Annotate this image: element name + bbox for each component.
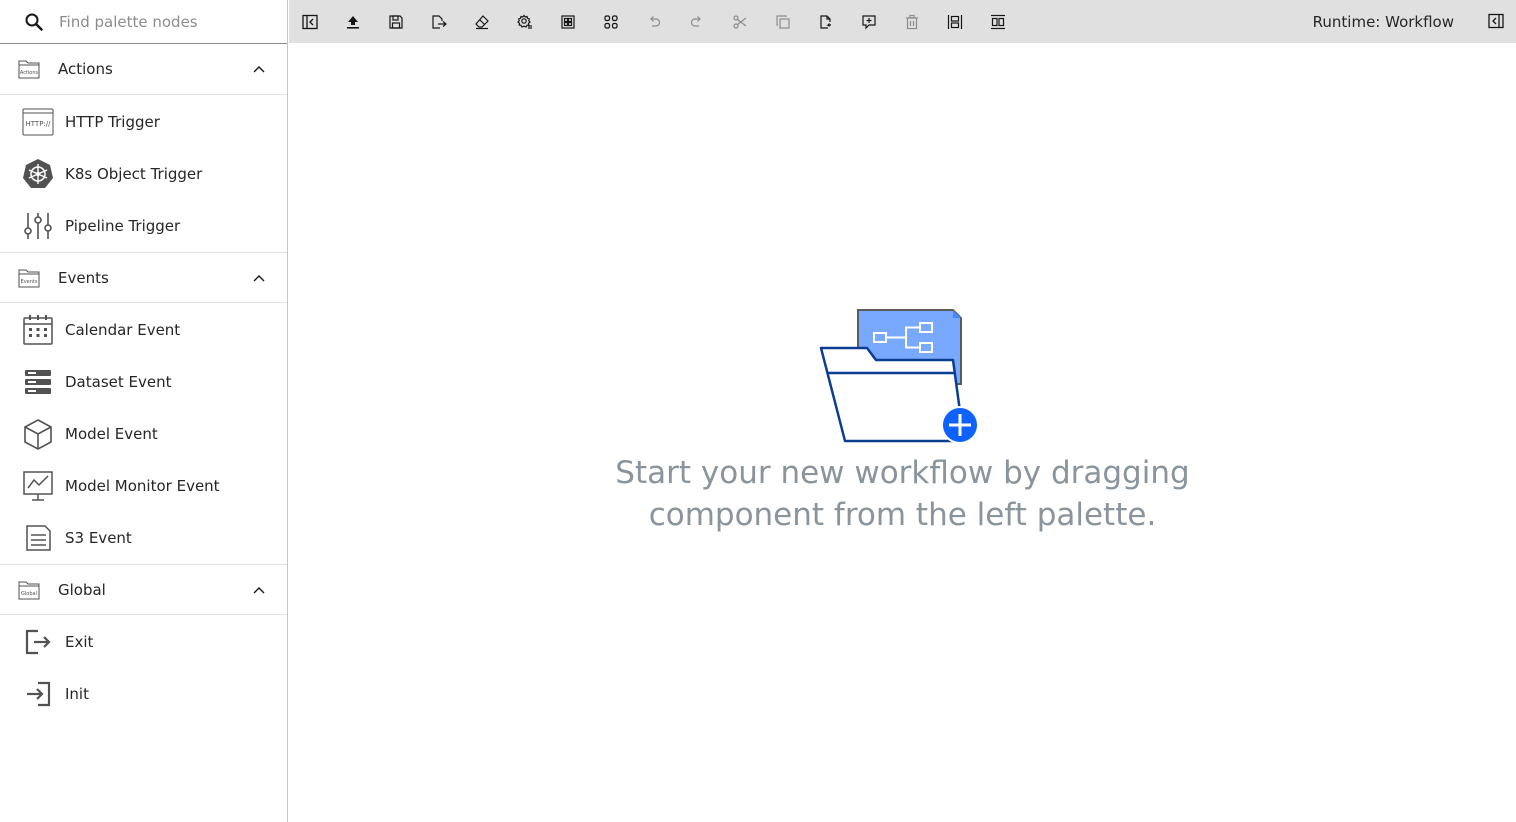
category-label: Events bbox=[58, 268, 109, 287]
empty-canvas-line-2: component from the left palette. bbox=[648, 497, 1157, 533]
undo-button[interactable] bbox=[638, 6, 670, 38]
add-comment-icon bbox=[862, 14, 876, 29]
node-label: Calendar Event bbox=[65, 321, 181, 339]
svg-text:Global: Global bbox=[21, 591, 37, 597]
dataset-icon bbox=[22, 366, 54, 398]
palette-node-model-event[interactable]: Model Event bbox=[0, 408, 287, 460]
monitor-chart-icon bbox=[22, 470, 54, 502]
node-label: Model Monitor Event bbox=[65, 477, 220, 495]
folder-icon: Events bbox=[18, 267, 40, 289]
sliders-icon bbox=[22, 210, 54, 242]
toggle-palette-button[interactable] bbox=[294, 6, 326, 38]
category-global[interactable]: Global Global bbox=[0, 564, 287, 615]
svg-text:HTTP://: HTTP:// bbox=[26, 120, 52, 128]
folder-icon: Actions bbox=[18, 58, 40, 80]
chevron-up-icon[interactable] bbox=[251, 582, 267, 598]
node-label: Exit bbox=[65, 633, 94, 651]
http-icon: HTTP:// bbox=[22, 106, 54, 138]
scissors-icon bbox=[733, 14, 747, 29]
copy-icon bbox=[776, 14, 790, 29]
palette-search-input[interactable] bbox=[59, 12, 269, 31]
pipeline-canvas[interactable]: Start your new workflow by dragging comp… bbox=[289, 43, 1516, 822]
category-actions[interactable]: Actions Actions bbox=[0, 44, 287, 95]
empty-canvas-line-1: Start your new workflow by dragging bbox=[615, 455, 1190, 491]
cube-icon bbox=[22, 418, 54, 450]
save-icon bbox=[389, 14, 403, 29]
redo-button[interactable] bbox=[681, 6, 713, 38]
svg-text:Events: Events bbox=[21, 279, 38, 285]
login-icon bbox=[22, 678, 54, 710]
component-icon bbox=[561, 14, 575, 29]
eraser-icon bbox=[475, 14, 489, 29]
palette-panel: Actions Actions HTTP:// HTTP Trigger K8s… bbox=[0, 0, 288, 822]
panel-collapse-right-icon bbox=[1488, 13, 1504, 29]
upload-icon bbox=[347, 15, 359, 29]
empty-folder-illustration bbox=[819, 309, 979, 444]
open-runtimes-button[interactable] bbox=[552, 6, 584, 38]
trash-icon bbox=[906, 14, 918, 29]
clear-button[interactable] bbox=[466, 6, 498, 38]
palette-node-exit[interactable]: Exit bbox=[0, 616, 287, 668]
empty-canvas-message: Start your new workflow by dragging comp… bbox=[289, 306, 1516, 535]
palette-node-init[interactable]: Init bbox=[0, 668, 287, 720]
palette-node-k8s-object-trigger[interactable]: K8s Object Trigger bbox=[0, 148, 287, 200]
node-label: K8s Object Trigger bbox=[65, 165, 203, 183]
palette-node-s3-event[interactable]: S3 Event bbox=[0, 512, 287, 564]
storage-icon bbox=[22, 522, 54, 554]
export-button[interactable] bbox=[423, 6, 455, 38]
arrange-horizontal-button[interactable] bbox=[939, 6, 971, 38]
copy-button[interactable] bbox=[767, 6, 799, 38]
panel-collapse-left-icon bbox=[302, 14, 318, 29]
node-label: HTTP Trigger bbox=[65, 113, 160, 131]
paste-button[interactable] bbox=[810, 6, 842, 38]
exit-icon bbox=[22, 626, 54, 658]
palette-node-calendar-event[interactable]: Calendar Event bbox=[0, 304, 287, 356]
cut-button[interactable] bbox=[724, 6, 756, 38]
gear-list-icon bbox=[517, 14, 532, 29]
export-icon bbox=[432, 14, 447, 29]
canvas-toolbar: Runtime: Workflow bbox=[289, 0, 1516, 43]
arrange-button[interactable] bbox=[595, 6, 627, 38]
node-label: S3 Event bbox=[65, 529, 132, 547]
node-label: Pipeline Trigger bbox=[65, 217, 181, 235]
align-horizontal-icon bbox=[947, 14, 963, 29]
grid-nodes-icon bbox=[604, 14, 618, 29]
palette-node-pipeline-trigger[interactable]: Pipeline Trigger bbox=[0, 200, 287, 252]
arrange-vertical-button[interactable] bbox=[982, 6, 1014, 38]
kubernetes-icon bbox=[22, 158, 54, 190]
run-button[interactable] bbox=[337, 6, 369, 38]
paste-icon bbox=[820, 14, 831, 29]
palette-node-model-monitor-event[interactable]: Model Monitor Event bbox=[0, 460, 287, 512]
calendar-icon bbox=[22, 314, 54, 346]
palette-node-http-trigger[interactable]: HTTP:// HTTP Trigger bbox=[0, 96, 287, 148]
palette-node-dataset-event[interactable]: Dataset Event bbox=[0, 356, 287, 408]
category-label: Actions bbox=[58, 60, 113, 78]
category-events[interactable]: Events Events bbox=[0, 252, 287, 303]
node-label: Dataset Event bbox=[65, 373, 172, 391]
node-label: Model Event bbox=[65, 425, 158, 443]
search-icon bbox=[23, 11, 45, 33]
comment-button[interactable] bbox=[853, 6, 885, 38]
runtime-label: Runtime: Workflow bbox=[1312, 12, 1454, 31]
category-label: Global bbox=[58, 580, 106, 599]
align-vertical-icon bbox=[991, 14, 1005, 29]
node-label: Init bbox=[65, 685, 89, 703]
chevron-up-icon[interactable] bbox=[251, 61, 267, 77]
chevron-up-icon[interactable] bbox=[251, 270, 267, 286]
folder-icon: Global bbox=[18, 579, 40, 601]
toggle-properties-button[interactable] bbox=[1480, 5, 1512, 37]
redo-icon bbox=[690, 15, 701, 27]
save-button[interactable] bbox=[380, 6, 412, 38]
undo-icon bbox=[650, 15, 661, 27]
palette-search bbox=[0, 0, 287, 44]
settings-button[interactable] bbox=[509, 6, 541, 38]
delete-button[interactable] bbox=[896, 6, 928, 38]
svg-text:Actions: Actions bbox=[20, 70, 39, 76]
